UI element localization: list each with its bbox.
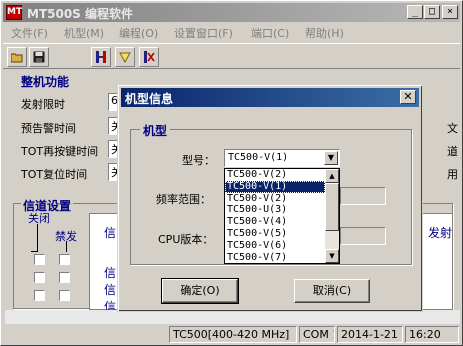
read-radio-icon: [96, 51, 106, 63]
dialog-title: 机型信息: [125, 92, 174, 106]
close-button[interactable]: ×: [442, 5, 458, 19]
close-checkbox-1[interactable]: [34, 254, 45, 265]
exit-button[interactable]: [139, 47, 159, 67]
menu-program[interactable]: 编程(O): [119, 25, 158, 41]
channel-grid-right: 发射: [421, 213, 453, 310]
dialog-title-bar[interactable]: 机型信息 ✕: [121, 88, 419, 107]
menu-settings-window[interactable]: 设置窗口(F): [174, 25, 233, 41]
close-column-tick: [31, 251, 38, 252]
right-fragment-2: 道: [447, 145, 458, 158]
dropdown-option[interactable]: TC500-V(6): [225, 240, 325, 252]
status-time: 16:20: [405, 326, 459, 343]
dropdown-option[interactable]: TC500-V(5): [225, 228, 325, 240]
model-label: 型号：: [182, 154, 215, 167]
chevron-down-icon[interactable]: ▼: [324, 151, 338, 165]
save-button[interactable]: [29, 47, 49, 67]
model-combo[interactable]: TC500-V(1) ▼: [224, 149, 340, 167]
model-combo-value: TC500-V(1): [228, 152, 289, 163]
status-bar: TC500[400-420 MHz] COM 1 2014-1-21 16:20: [3, 325, 460, 344]
grid-cell[interactable]: 信: [104, 264, 116, 281]
right-fragment-1: 文: [447, 122, 458, 135]
dropdown-option[interactable]: TC500-V(1): [225, 180, 325, 193]
close-checkbox-2[interactable]: [34, 272, 45, 283]
app-icon: MT: [6, 5, 22, 20]
right-fragment-3: 用: [447, 168, 458, 181]
horizontal-scrollbar[interactable]: [5, 310, 460, 324]
write-radio-button[interactable]: [115, 47, 135, 67]
model-dropdown-list[interactable]: TC500-V(2) TC500-V(1) TC500-V(2) TC500-U(3)…: [224, 168, 340, 264]
menu-file[interactable]: 文件(F): [11, 25, 48, 41]
tot-rekey-label: TOT再按键时间: [21, 145, 99, 158]
open-folder-icon: [11, 53, 23, 63]
scroll-thumb[interactable]: [325, 183, 339, 231]
cancel-button[interactable]: 取消(C): [294, 279, 370, 303]
close-checkbox-3[interactable]: [34, 290, 45, 301]
close-column-line: [37, 224, 38, 252]
ban-checkbox-2[interactable]: [59, 272, 70, 283]
tx-column-header: 发射: [428, 226, 453, 240]
model-group-title: 机型: [140, 122, 171, 139]
dropdown-option[interactable]: TC500-V(2): [225, 169, 325, 181]
ban-checkbox-3[interactable]: [59, 290, 70, 301]
menu-help[interactable]: 帮助(H): [305, 25, 344, 41]
open-button[interactable]: [7, 47, 27, 67]
pre-alarm-label: 预告警时间: [21, 122, 76, 135]
model-info-dialog: 机型信息 ✕ 机型 型号： TC500-V(1) ▼ 频率范围： CPU版本： …: [117, 84, 423, 312]
toolbar: [3, 43, 460, 69]
read-radio-button[interactable]: [91, 47, 111, 67]
scroll-up-icon[interactable]: ▲: [325, 169, 339, 183]
cpu-version-field: [340, 227, 386, 245]
dialog-close-button[interactable]: ✕: [400, 90, 416, 104]
dropdown-option[interactable]: TC500-V(7): [225, 252, 325, 264]
dropdown-option[interactable]: TC500-V(4): [225, 216, 325, 228]
dropdown-option[interactable]: TC500-V(2): [225, 193, 325, 205]
ban-column-line: [66, 241, 67, 252]
dropdown-options: TC500-V(2) TC500-V(1) TC500-V(2) TC500-U(3)…: [225, 169, 325, 263]
status-date: 2014-1-21: [337, 326, 403, 343]
machine-function-title: 整机功能: [21, 75, 70, 89]
menu-bar: 文件(F) 机型(M) 编程(O) 设置窗口(F) 端口(C) 帮助(H): [3, 23, 460, 41]
status-port: COM 1: [299, 326, 335, 343]
close-column-label: 关闭: [28, 212, 50, 225]
ban-checkbox-1[interactable]: [59, 254, 70, 265]
dropdown-scrollbar[interactable]: ▲ ▼: [325, 169, 339, 263]
status-model: TC500[400-420 MHz]: [169, 326, 297, 343]
maximize-button[interactable]: □: [424, 5, 440, 19]
menu-model[interactable]: 机型(M): [64, 25, 104, 41]
scroll-down-icon[interactable]: ▼: [325, 249, 339, 263]
main-title-bar[interactable]: MT MT500S 编程软件 _ □ ×: [3, 3, 460, 22]
window-title: MT500S 编程软件: [27, 7, 133, 21]
tot-reset-label: TOT复位时间: [21, 168, 88, 181]
grid-cell[interactable]: 信: [104, 224, 116, 241]
tx-limit-label: 发射限时: [21, 98, 65, 111]
dropdown-option[interactable]: TC500-U(3): [225, 204, 325, 216]
minimize-button[interactable]: _: [407, 5, 423, 19]
save-disk-icon: [33, 51, 45, 63]
ok-button[interactable]: 确定(O): [161, 278, 239, 304]
menu-port[interactable]: 端口(C): [251, 25, 289, 41]
grid-cell[interactable]: 信: [104, 281, 116, 298]
freq-range-field: [340, 187, 386, 205]
write-radio-icon: [119, 52, 131, 63]
freq-range-label: 频率范围：: [156, 193, 211, 206]
exit-icon: [144, 51, 155, 63]
cpu-version-label: CPU版本：: [158, 233, 214, 246]
